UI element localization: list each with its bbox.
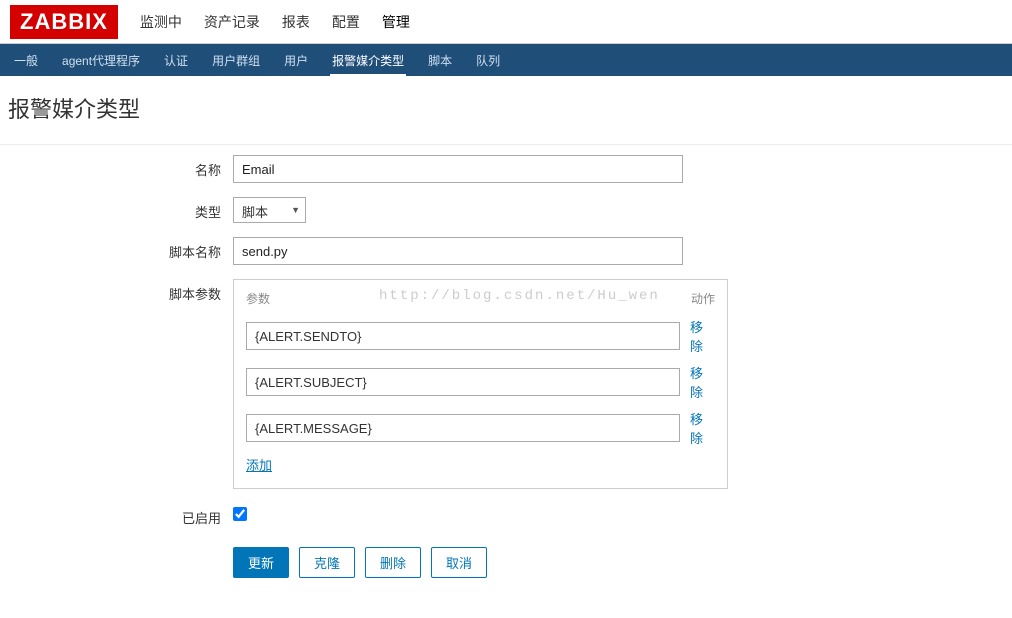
main-header: ZABBIX 监测中 资产记录 报表 配置 管理 <box>0 0 1012 44</box>
subnav-users[interactable]: 用户 <box>282 44 310 77</box>
button-row: 更新 克隆 删除 取消 <box>233 547 1004 578</box>
delete-button[interactable]: 删除 <box>365 547 421 578</box>
nav-reports[interactable]: 报表 <box>280 0 312 44</box>
main-nav: 监测中 资产记录 报表 配置 管理 <box>138 0 412 44</box>
param-input-0[interactable] <box>246 322 680 350</box>
add-param-link[interactable]: 添加 <box>246 458 272 473</box>
remove-link-2[interactable]: 移除 <box>690 409 715 447</box>
subnav-auth[interactable]: 认证 <box>162 44 190 77</box>
checkbox-enabled[interactable] <box>233 507 247 521</box>
nav-administration[interactable]: 管理 <box>380 0 412 44</box>
params-box: http://blog.csdn.net/Hu_wen 参数 动作 移除 移除 … <box>233 279 728 489</box>
remove-link-1[interactable]: 移除 <box>690 363 715 401</box>
cancel-button[interactable]: 取消 <box>431 547 487 578</box>
nav-inventory[interactable]: 资产记录 <box>202 0 262 44</box>
row-type: 类型 脚本 ▼ <box>8 197 1004 223</box>
subnav-general[interactable]: 一般 <box>12 44 40 77</box>
subnav-queue[interactable]: 队列 <box>474 44 502 77</box>
params-header-action: 动作 <box>691 290 715 307</box>
param-row: 移除 <box>246 409 715 447</box>
row-script-name: 脚本名称 <box>8 237 1004 265</box>
params-header: 参数 动作 <box>246 290 715 307</box>
content-area: 名称 类型 脚本 ▼ 脚本名称 脚本参数 http://blog.csdn.ne… <box>0 144 1012 618</box>
nav-monitoring[interactable]: 监测中 <box>138 0 184 44</box>
label-script-params: 脚本参数 <box>8 279 233 303</box>
logo[interactable]: ZABBIX <box>10 5 118 39</box>
params-header-col: 参数 <box>246 290 270 307</box>
param-input-2[interactable] <box>246 414 680 442</box>
subnav-user-groups[interactable]: 用户群组 <box>210 44 262 77</box>
subnav-media-types[interactable]: 报警媒介类型 <box>330 44 406 77</box>
param-row: 移除 <box>246 317 715 355</box>
label-name: 名称 <box>8 155 233 179</box>
param-row: 移除 <box>246 363 715 401</box>
input-script-name[interactable] <box>233 237 683 265</box>
remove-link-0[interactable]: 移除 <box>690 317 715 355</box>
nav-configuration[interactable]: 配置 <box>330 0 362 44</box>
page-title: 报警媒介类型 <box>0 76 1012 144</box>
label-script-name: 脚本名称 <box>8 237 233 261</box>
row-name: 名称 <box>8 155 1004 183</box>
update-button[interactable]: 更新 <box>233 547 289 578</box>
label-enabled: 已启用 <box>8 503 233 527</box>
row-enabled: 已启用 <box>8 503 1004 527</box>
input-name[interactable] <box>233 155 683 183</box>
select-type[interactable]: 脚本 <box>233 197 306 223</box>
param-input-1[interactable] <box>246 368 680 396</box>
clone-button[interactable]: 克隆 <box>299 547 355 578</box>
label-type: 类型 <box>8 197 233 221</box>
sub-nav: 一般 agent代理程序 认证 用户群组 用户 报警媒介类型 脚本 队列 <box>0 44 1012 76</box>
subnav-proxies[interactable]: agent代理程序 <box>60 44 142 77</box>
subnav-scripts[interactable]: 脚本 <box>426 44 454 77</box>
row-script-params: 脚本参数 http://blog.csdn.net/Hu_wen 参数 动作 移… <box>8 279 1004 489</box>
